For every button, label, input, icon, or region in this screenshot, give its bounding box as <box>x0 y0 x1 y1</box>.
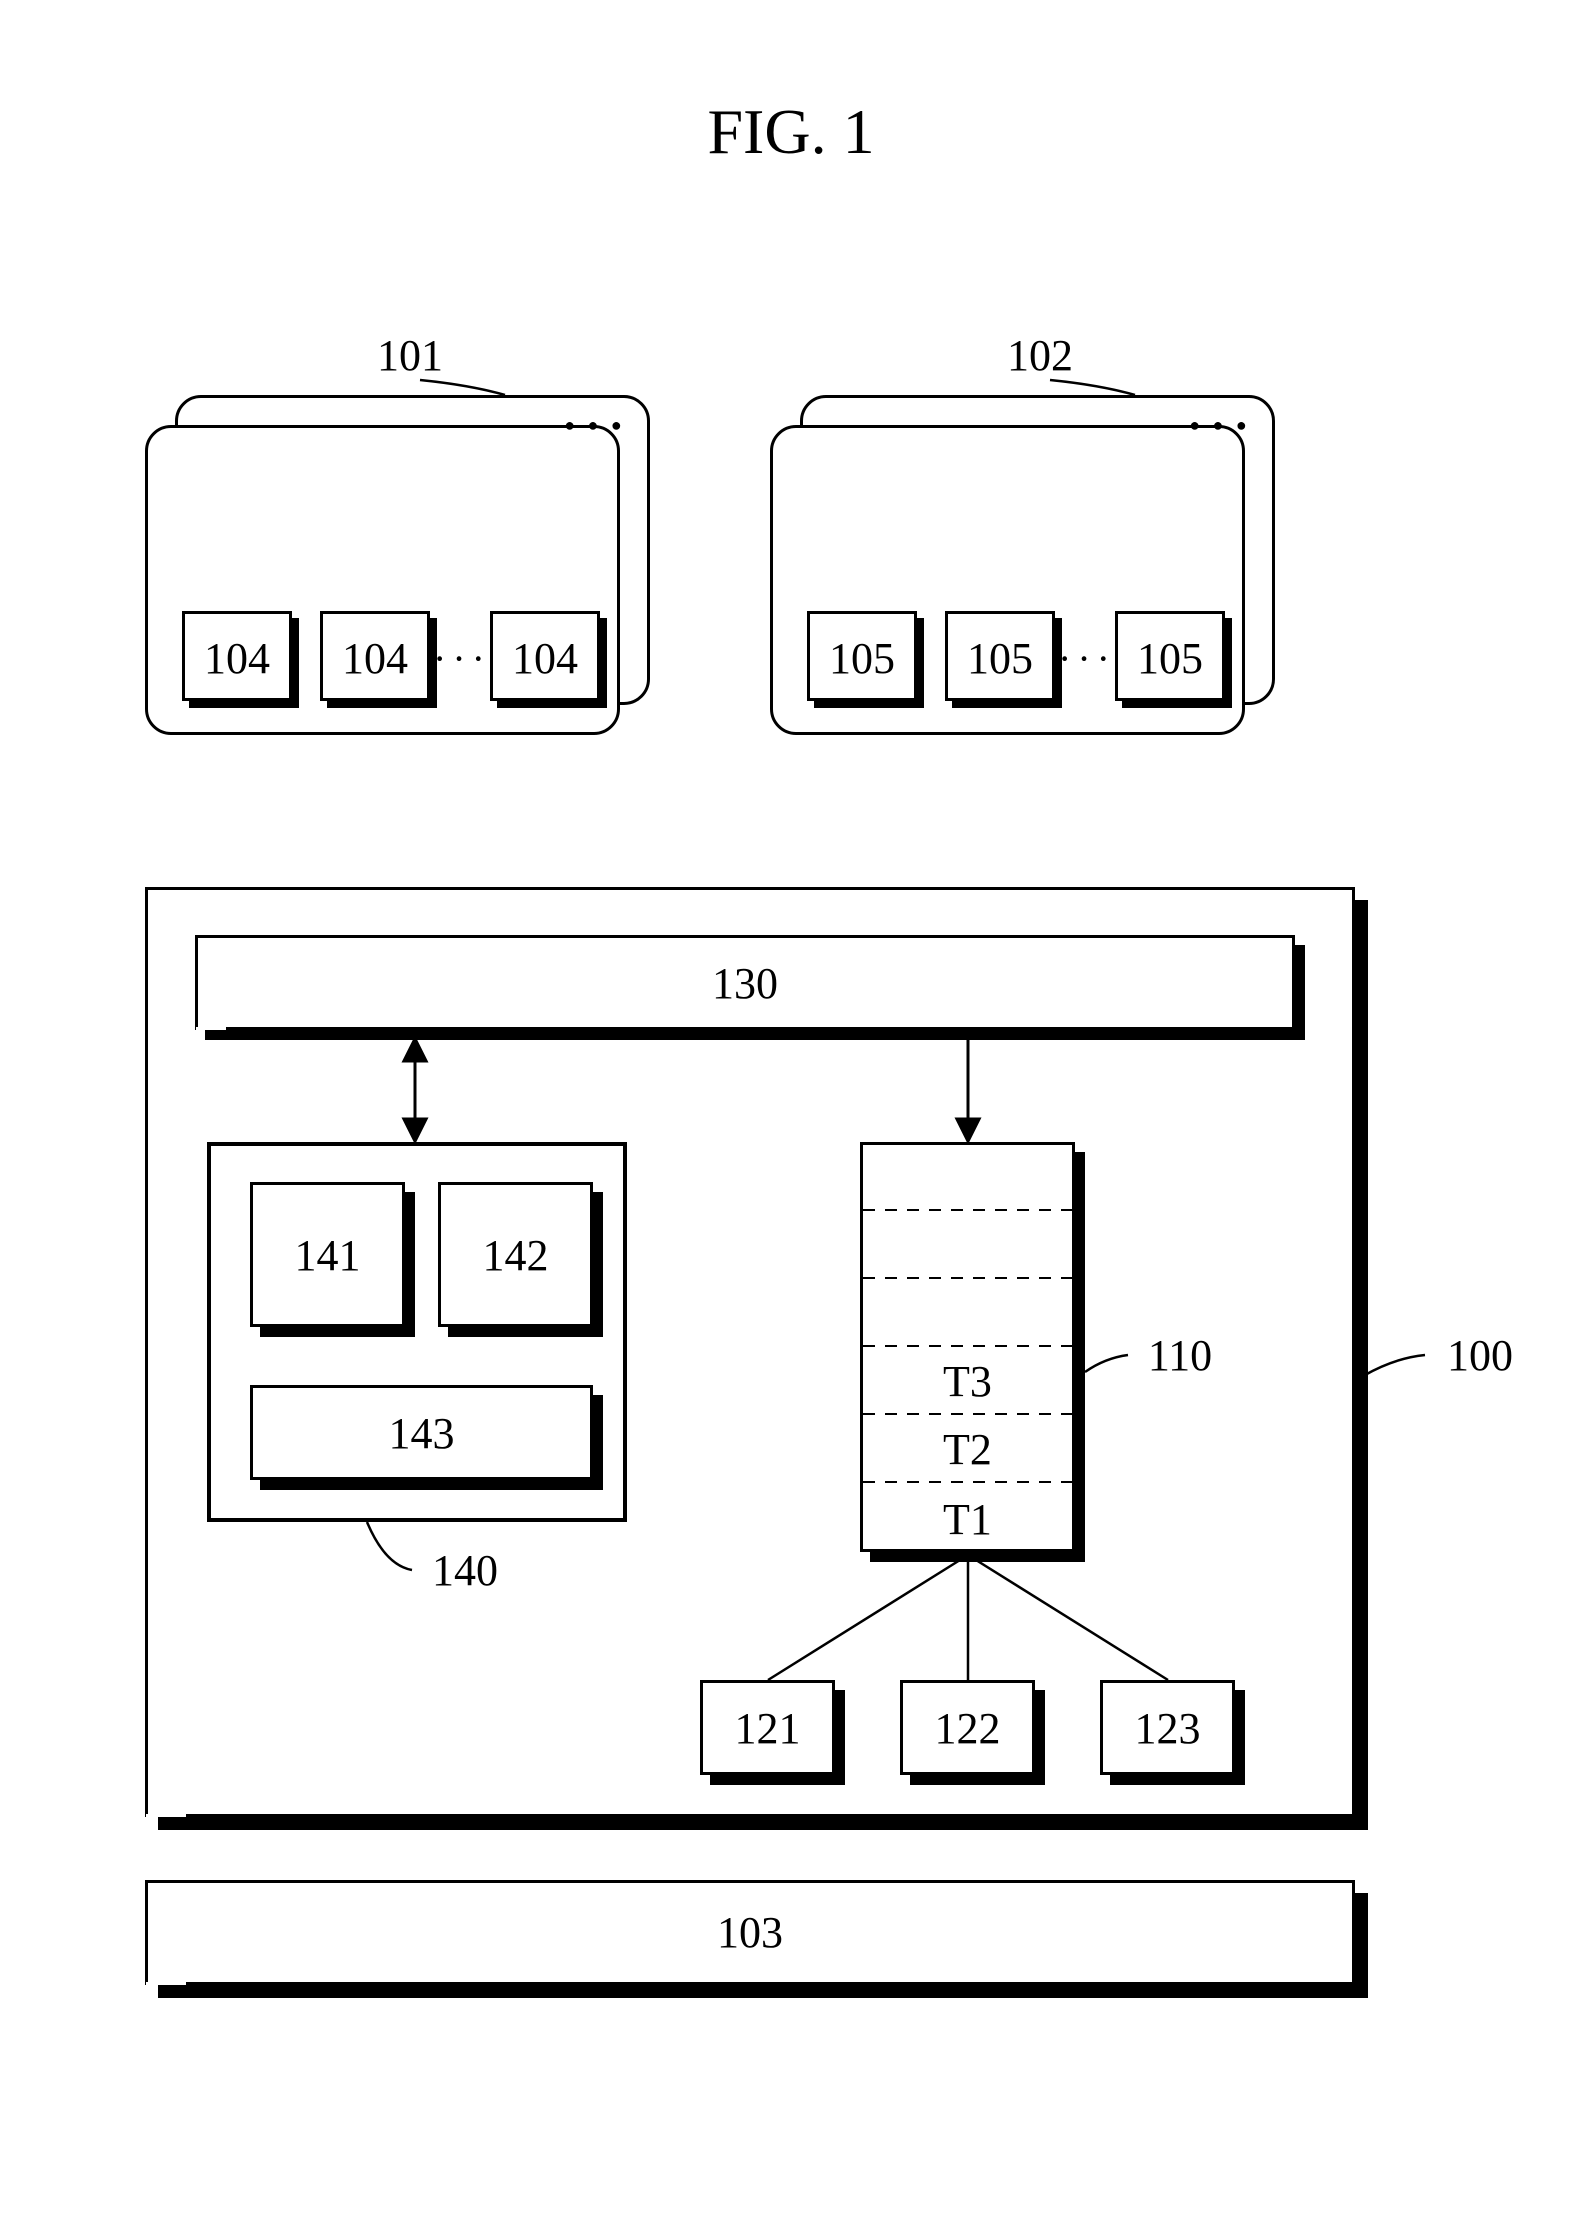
box-105-3-label: 105 <box>1115 633 1225 684</box>
callout-100: 100 <box>1430 1330 1530 1381</box>
box-104-3-label: 104 <box>490 633 600 684</box>
box-122-label: 122 <box>900 1703 1035 1754</box>
bar-130-label: 130 <box>195 958 1295 1009</box>
ellipsis-icon: ··· <box>1057 635 1117 682</box>
stack-t1: T1 <box>860 1494 1075 1545</box>
box-105-2-label: 105 <box>945 633 1055 684</box>
box-142-label: 142 <box>438 1230 593 1281</box>
ellipsis-icon: ● ● ● <box>1185 415 1255 436</box>
box-104-1-label: 104 <box>182 633 292 684</box>
box-141-label: 141 <box>250 1230 405 1281</box>
callout-102: 102 <box>990 330 1090 381</box>
callout-110: 110 <box>1130 1330 1230 1381</box>
box-104-2-label: 104 <box>320 633 430 684</box>
ellipsis-icon: ● ● ● <box>560 415 630 436</box>
notch-icon <box>196 1027 226 1030</box>
notch-icon <box>146 1814 186 1817</box>
notch-icon <box>146 1982 186 1985</box>
box-143-label: 143 <box>250 1408 593 1459</box>
stack-t2: T2 <box>860 1424 1075 1475</box>
callout-101: 101 <box>360 330 460 381</box>
figure-title: FIG. 1 <box>0 95 1582 169</box>
callout-140: 140 <box>415 1545 515 1596</box>
stack-110 <box>860 1142 1075 1552</box>
ellipsis-icon: ··· <box>432 635 492 682</box>
bar-103-label: 103 <box>145 1907 1355 1958</box>
box-105-1-label: 105 <box>807 633 917 684</box>
box-121-label: 121 <box>700 1703 835 1754</box>
stack-t3: T3 <box>860 1356 1075 1407</box>
box-123-label: 123 <box>1100 1703 1235 1754</box>
